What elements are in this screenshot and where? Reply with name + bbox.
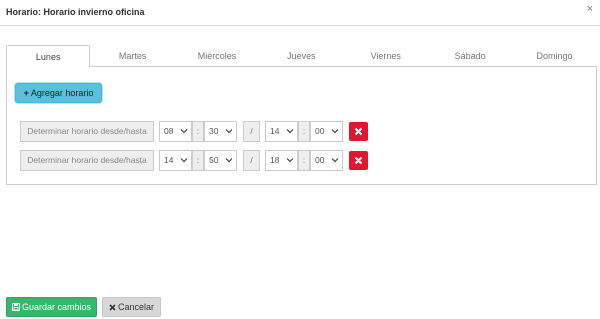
cancel-button[interactable]: Cancelar bbox=[102, 297, 161, 317]
from-minute-select[interactable]: 30 bbox=[204, 121, 237, 142]
tab-miercoles[interactable]: Miércoles bbox=[175, 45, 259, 67]
to-minute-select[interactable]: 00 bbox=[310, 150, 343, 171]
cancel-label: Cancelar bbox=[117, 302, 155, 312]
add-schedule-button[interactable]: + Agregar horario bbox=[15, 83, 102, 103]
from-minute-value: 50 bbox=[209, 155, 219, 165]
to-hour-select[interactable]: 18 bbox=[265, 150, 298, 171]
to-minute-value: 00 bbox=[315, 155, 325, 165]
chevron-down-icon bbox=[286, 127, 294, 135]
time-colon: : bbox=[192, 150, 204, 171]
range-slash: / bbox=[243, 121, 260, 142]
chevron-down-icon bbox=[225, 127, 233, 135]
tab-martes[interactable]: Martes bbox=[90, 45, 174, 67]
plus-icon: + bbox=[23, 88, 29, 98]
to-hour-value: 14 bbox=[270, 126, 280, 136]
from-minute-select[interactable]: 50 bbox=[204, 150, 237, 171]
to-hour-select[interactable]: 14 bbox=[265, 121, 298, 142]
chevron-down-icon bbox=[225, 156, 233, 164]
from-hour-value: 14 bbox=[164, 155, 174, 165]
floppy-disk-icon bbox=[11, 303, 20, 311]
tab-viernes[interactable]: Viernes bbox=[344, 45, 428, 67]
chevron-down-icon bbox=[180, 127, 188, 135]
from-hour-select[interactable]: 14 bbox=[159, 150, 192, 171]
time-colon: : bbox=[298, 121, 310, 142]
from-minute-value: 30 bbox=[209, 126, 219, 136]
from-hour-select[interactable]: 08 bbox=[159, 121, 192, 142]
time-colon: : bbox=[192, 121, 204, 142]
close-icon bbox=[354, 156, 363, 165]
close-icon bbox=[109, 304, 116, 311]
modal-header: Horario: Horario invierno oficina × bbox=[0, 0, 600, 26]
to-minute-select[interactable]: 00 bbox=[310, 121, 343, 142]
chevron-down-icon bbox=[331, 127, 339, 135]
save-changes-button[interactable]: Guardar cambios bbox=[6, 297, 97, 317]
tab-jueves[interactable]: Jueves bbox=[259, 45, 343, 67]
schedule-range-field[interactable]: Determinar horario desde/hasta bbox=[20, 121, 154, 142]
chevron-down-icon bbox=[180, 156, 188, 164]
close-icon bbox=[354, 127, 363, 136]
delete-schedule-button[interactable] bbox=[349, 122, 368, 141]
chevron-down-icon bbox=[331, 156, 339, 164]
modal-title: Horario: Horario invierno oficina bbox=[6, 7, 145, 17]
time-colon: : bbox=[298, 150, 310, 171]
to-minute-value: 00 bbox=[315, 126, 325, 136]
day-tabs: Lunes Martes Miércoles Jueves Viernes Sá… bbox=[6, 45, 597, 68]
tab-domingo[interactable]: Domingo bbox=[512, 45, 596, 67]
close-icon[interactable]: × bbox=[587, 4, 593, 15]
tab-sabado[interactable]: Sábado bbox=[428, 45, 512, 67]
add-schedule-label: Agregar horario bbox=[30, 88, 94, 98]
from-hour-value: 08 bbox=[164, 126, 174, 136]
range-slash: / bbox=[243, 150, 260, 171]
to-hour-value: 18 bbox=[270, 155, 280, 165]
save-changes-label: Guardar cambios bbox=[21, 302, 92, 312]
delete-schedule-button[interactable] bbox=[349, 151, 368, 170]
schedule-range-field[interactable]: Determinar horario desde/hasta bbox=[20, 150, 154, 171]
chevron-down-icon bbox=[286, 156, 294, 164]
tab-lunes[interactable]: Lunes bbox=[6, 45, 91, 68]
